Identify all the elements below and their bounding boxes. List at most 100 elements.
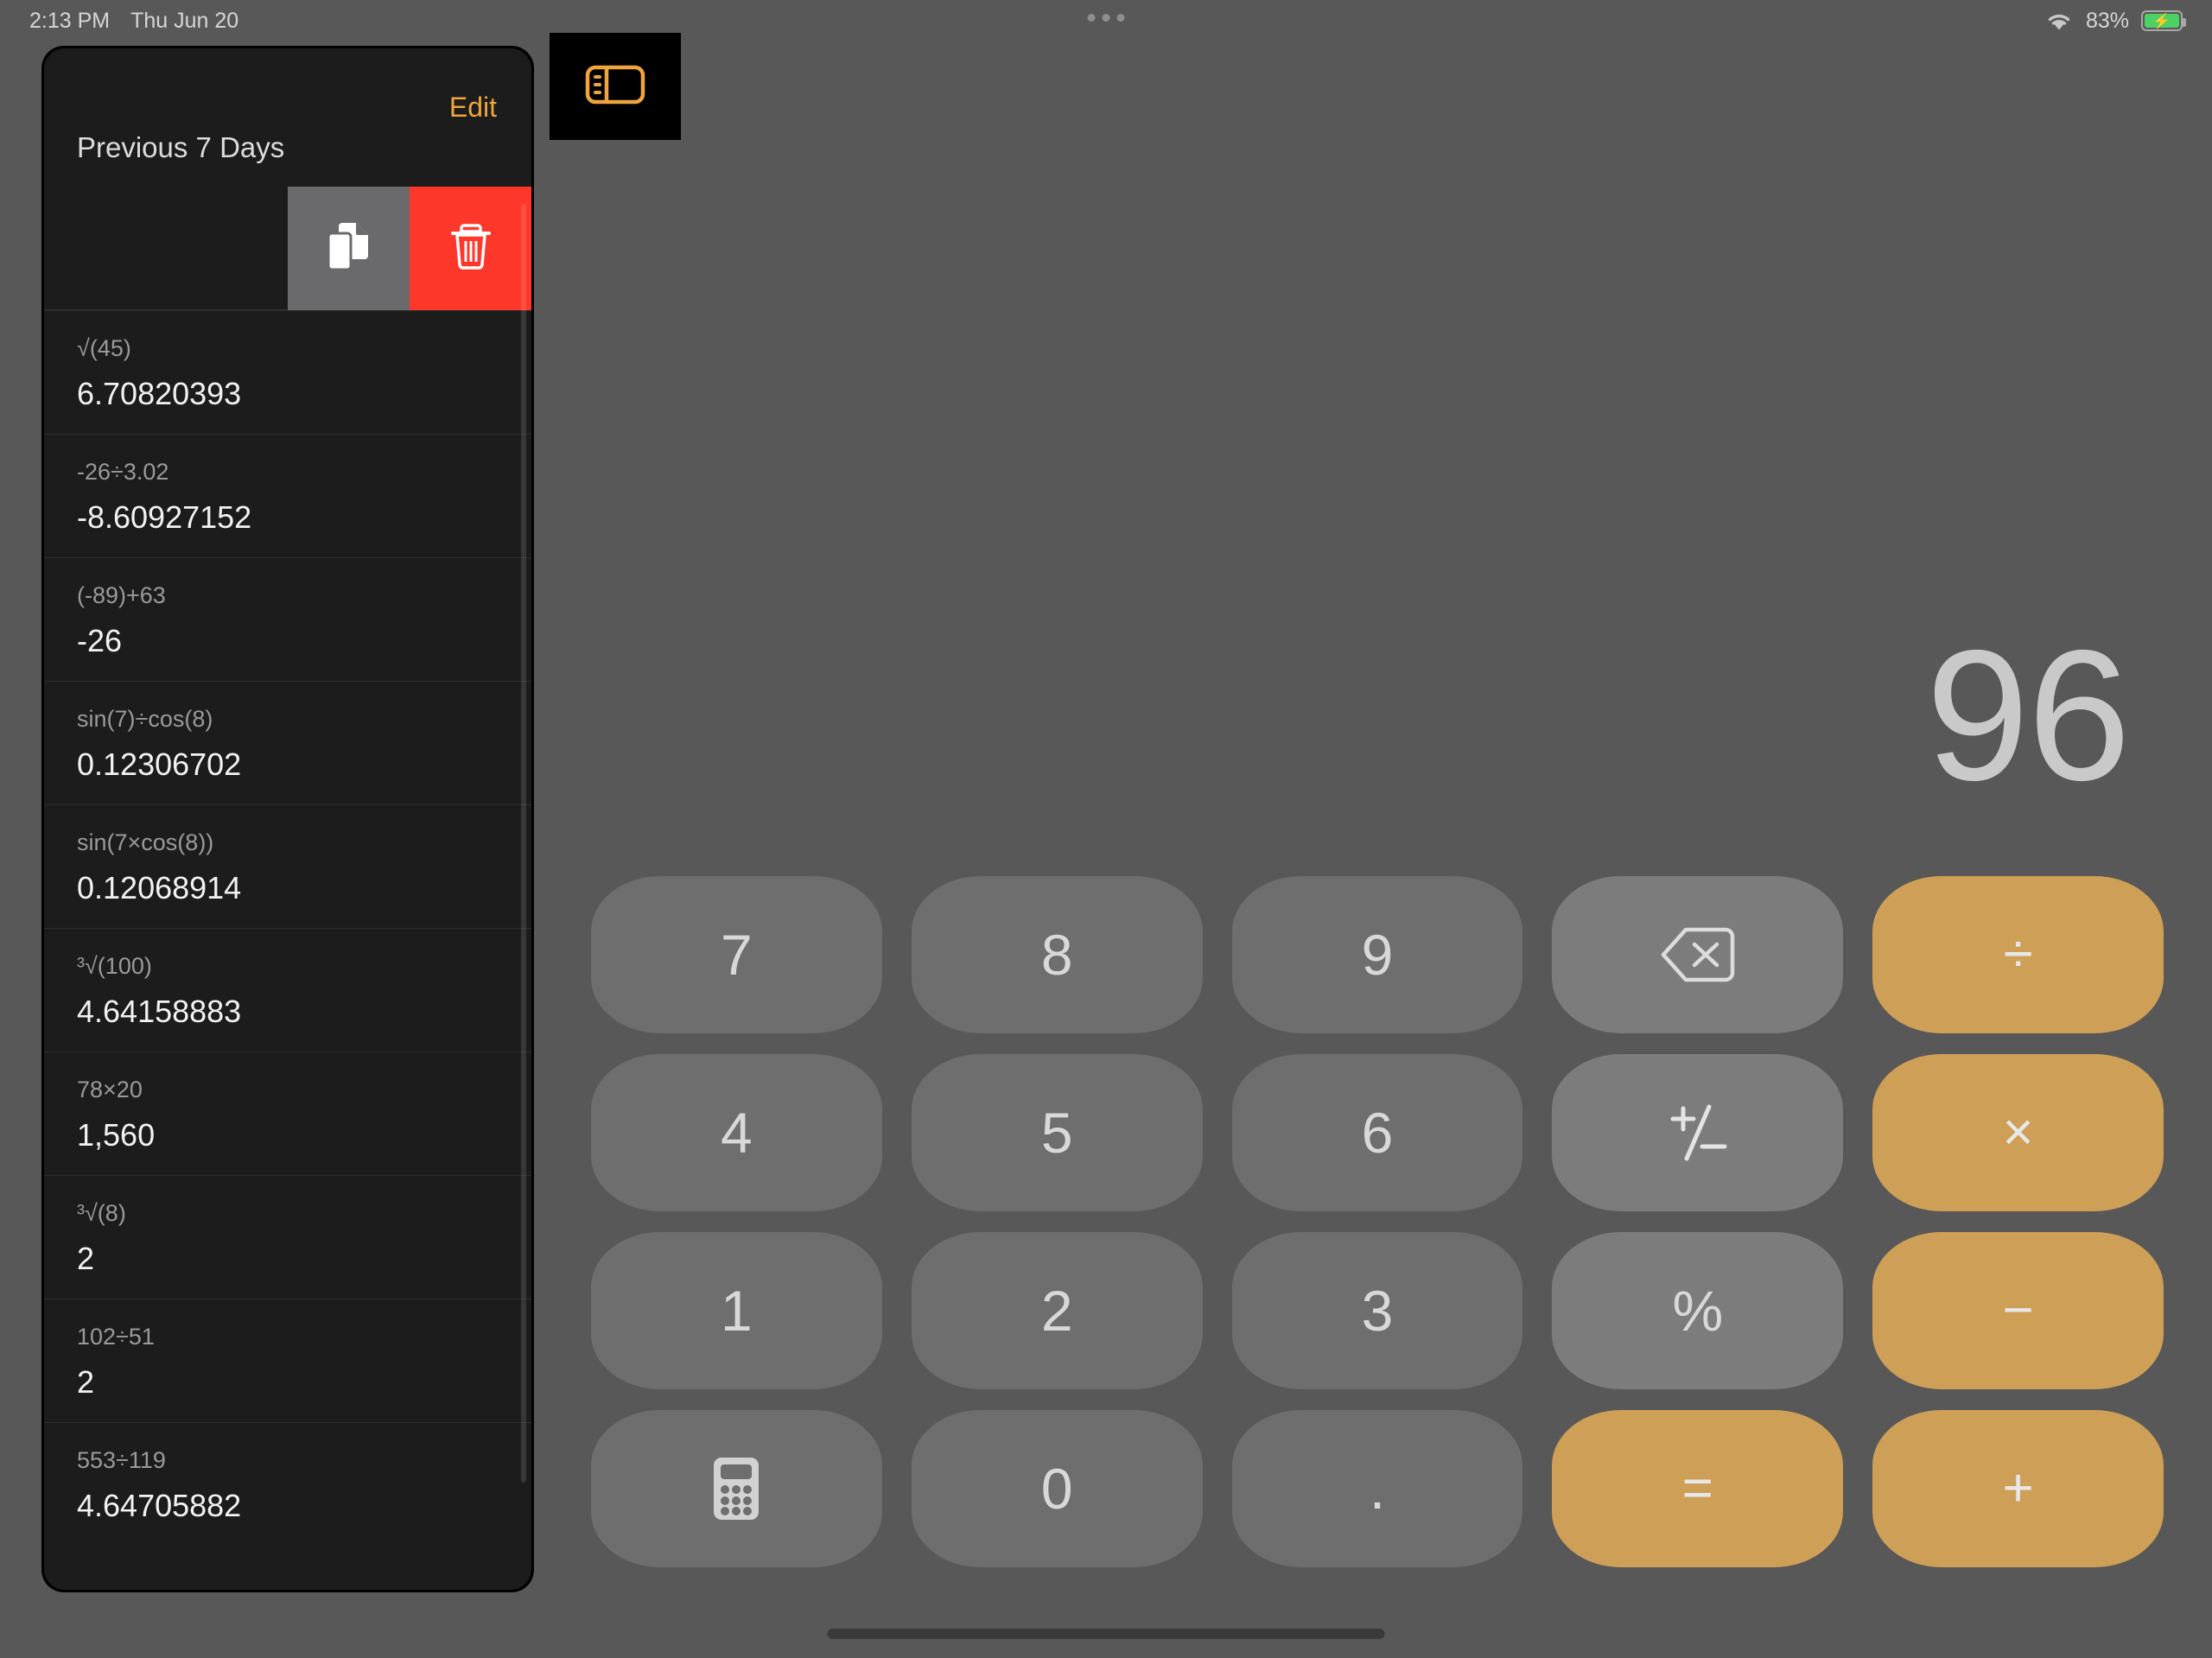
history-result: 2 (77, 1241, 95, 1277)
dot (1087, 14, 1096, 22)
delete-action-button[interactable] (410, 187, 531, 310)
history-result: 0.12306702 (77, 746, 242, 783)
history-result: 1,560 (77, 1117, 156, 1153)
key-label: % (1672, 1279, 1724, 1343)
key-label: 4 (721, 1101, 753, 1165)
calculator-display: 96 (1925, 611, 2131, 819)
battery-charging-icon: ⚡ (2141, 10, 2186, 31)
history-item[interactable]: 102÷51 2 (44, 1299, 531, 1422)
history-expression: sin(7×cos(8)) (77, 829, 214, 855)
lightning-bolt-icon: ⚡ (2152, 12, 2171, 29)
key-label: + (2002, 1458, 2034, 1518)
key-label: 5 (1040, 1101, 1073, 1165)
history-result: 2 (77, 1364, 95, 1401)
key-eight[interactable]: 8 (911, 876, 1203, 1033)
status-time: 2:13 PM (29, 8, 111, 33)
key-label: 2 (1040, 1279, 1073, 1343)
calculator-keypad: 7 8 9 ÷ 4 5 6 × 1 2 3% − 0. = + (591, 876, 2164, 1567)
key-equals[interactable]: = (1552, 1410, 1844, 1567)
key-three[interactable]: 3 (1231, 1232, 1523, 1389)
key-label: 8 (1040, 923, 1073, 987)
status-date: Thu Jun 20 (130, 8, 239, 33)
history-result: 4.64158883 (77, 994, 242, 1030)
history-item[interactable]: √(45) 6.70820393 (44, 310, 531, 434)
status-bar-right: 83% ⚡ (2044, 8, 2186, 34)
key-label: 3 (1361, 1279, 1394, 1343)
history-expression: ³√(8) (77, 1200, 126, 1226)
history-expression: (-89)+63 (77, 582, 166, 608)
key-four[interactable]: 4 (591, 1054, 882, 1211)
history-panel: Edit Previous 7 Days √(45) 6.70820393 -2… (41, 46, 534, 1592)
status-bar-left: 2:13 PM Thu Jun 20 (29, 9, 238, 34)
key-label: − (2002, 1280, 2034, 1340)
history-result: -8.60927152 (77, 499, 252, 536)
history-item[interactable]: 553÷119 4.64705882 (44, 1422, 531, 1546)
history-expression: sin(7)÷cos(8) (77, 706, 213, 732)
key-label: 7 (721, 923, 753, 987)
key-label: . (1369, 1457, 1386, 1521)
key-label: × (2002, 1102, 2034, 1162)
key-label: 1 (721, 1279, 753, 1343)
key-label: = (1681, 1458, 1713, 1518)
history-panel-inner: Edit Previous 7 Days √(45) 6.70820393 -2… (44, 48, 531, 1590)
battery-fill: ⚡ (2145, 12, 2179, 29)
sidebar-toggle-icon (583, 59, 647, 115)
history-item[interactable]: -26÷3.02 -8.60927152 (44, 434, 531, 557)
history-expression: ³√(100) (77, 953, 152, 979)
history-item[interactable]: ³√(100) 4.64158883 (44, 928, 531, 1051)
history-expression: -26÷3.02 (77, 459, 169, 485)
key-label: ÷ (2003, 924, 2033, 984)
key-backspace[interactable] (1552, 876, 1844, 1033)
key-percent[interactable]: % (1552, 1232, 1844, 1389)
key-label: 9 (1361, 923, 1394, 987)
key-two[interactable]: 2 (911, 1232, 1203, 1389)
copy-icon (325, 219, 373, 277)
history-expression: √(45) (77, 335, 131, 361)
key-decimal[interactable]: . (1231, 1410, 1523, 1567)
history-item[interactable]: ³√(8) 2 (44, 1175, 531, 1299)
key-six[interactable]: 6 (1231, 1054, 1523, 1211)
dot (1102, 14, 1110, 22)
key-one[interactable]: 1 (591, 1232, 882, 1389)
key-five[interactable]: 5 (911, 1054, 1203, 1211)
sidebar-toggle-button[interactable] (550, 33, 681, 140)
key-plus-minus[interactable] (1552, 1054, 1844, 1211)
calculator-icon (710, 1454, 762, 1523)
key-seven[interactable]: 7 (591, 876, 882, 1033)
multitasking-dots-icon[interactable] (1087, 14, 1125, 22)
history-scrollbar[interactable] (521, 204, 526, 1483)
key-divide[interactable]: ÷ (1872, 876, 2164, 1033)
key-mode[interactable] (591, 1410, 882, 1567)
key-nine[interactable]: 9 (1231, 876, 1523, 1033)
wifi-icon (2044, 10, 2074, 32)
history-item[interactable]: 78×20 1,560 (44, 1051, 531, 1175)
key-zero[interactable]: 0 (911, 1410, 1203, 1567)
battery-percent: 83% (2085, 8, 2129, 33)
history-result: 4.64705882 (77, 1488, 242, 1524)
home-indicator[interactable] (827, 1629, 1385, 1639)
copy-action-button[interactable] (288, 187, 410, 310)
key-minus[interactable]: − (1872, 1232, 2164, 1389)
history-item[interactable]: sin(7)÷cos(8) 0.12306702 (44, 681, 531, 804)
history-result: 0.12068914 (77, 870, 242, 906)
history-header: Edit Previous 7 Days (44, 48, 531, 187)
history-expression: 102÷51 (77, 1324, 155, 1350)
backspace-icon (1658, 924, 1738, 985)
history-item[interactable]: (-89)+63 -26 (44, 557, 531, 681)
history-expression: 78×20 (77, 1077, 143, 1102)
dot (1116, 14, 1125, 22)
history-result: -26 (77, 623, 123, 659)
key-multiply[interactable]: × (1872, 1054, 2164, 1211)
edit-button[interactable]: Edit (449, 92, 497, 124)
history-expression: 553÷119 (77, 1447, 166, 1473)
history-result: 6.70820393 (77, 376, 242, 412)
plus-minus-icon (1659, 1100, 1737, 1166)
trash-icon (448, 220, 493, 276)
key-plus[interactable]: + (1872, 1410, 2164, 1567)
status-bar: 2:13 PM Thu Jun 20 83% ⚡ (0, 0, 2212, 41)
history-swipe-actions-row (44, 187, 531, 310)
key-label: 6 (1361, 1101, 1394, 1165)
history-section-title: Previous 7 Days (77, 131, 285, 163)
history-list: √(45) 6.70820393 -26÷3.02 -8.60927152 (-89)+… (44, 310, 531, 1546)
history-item[interactable]: sin(7×cos(8)) 0.12068914 (44, 804, 531, 928)
